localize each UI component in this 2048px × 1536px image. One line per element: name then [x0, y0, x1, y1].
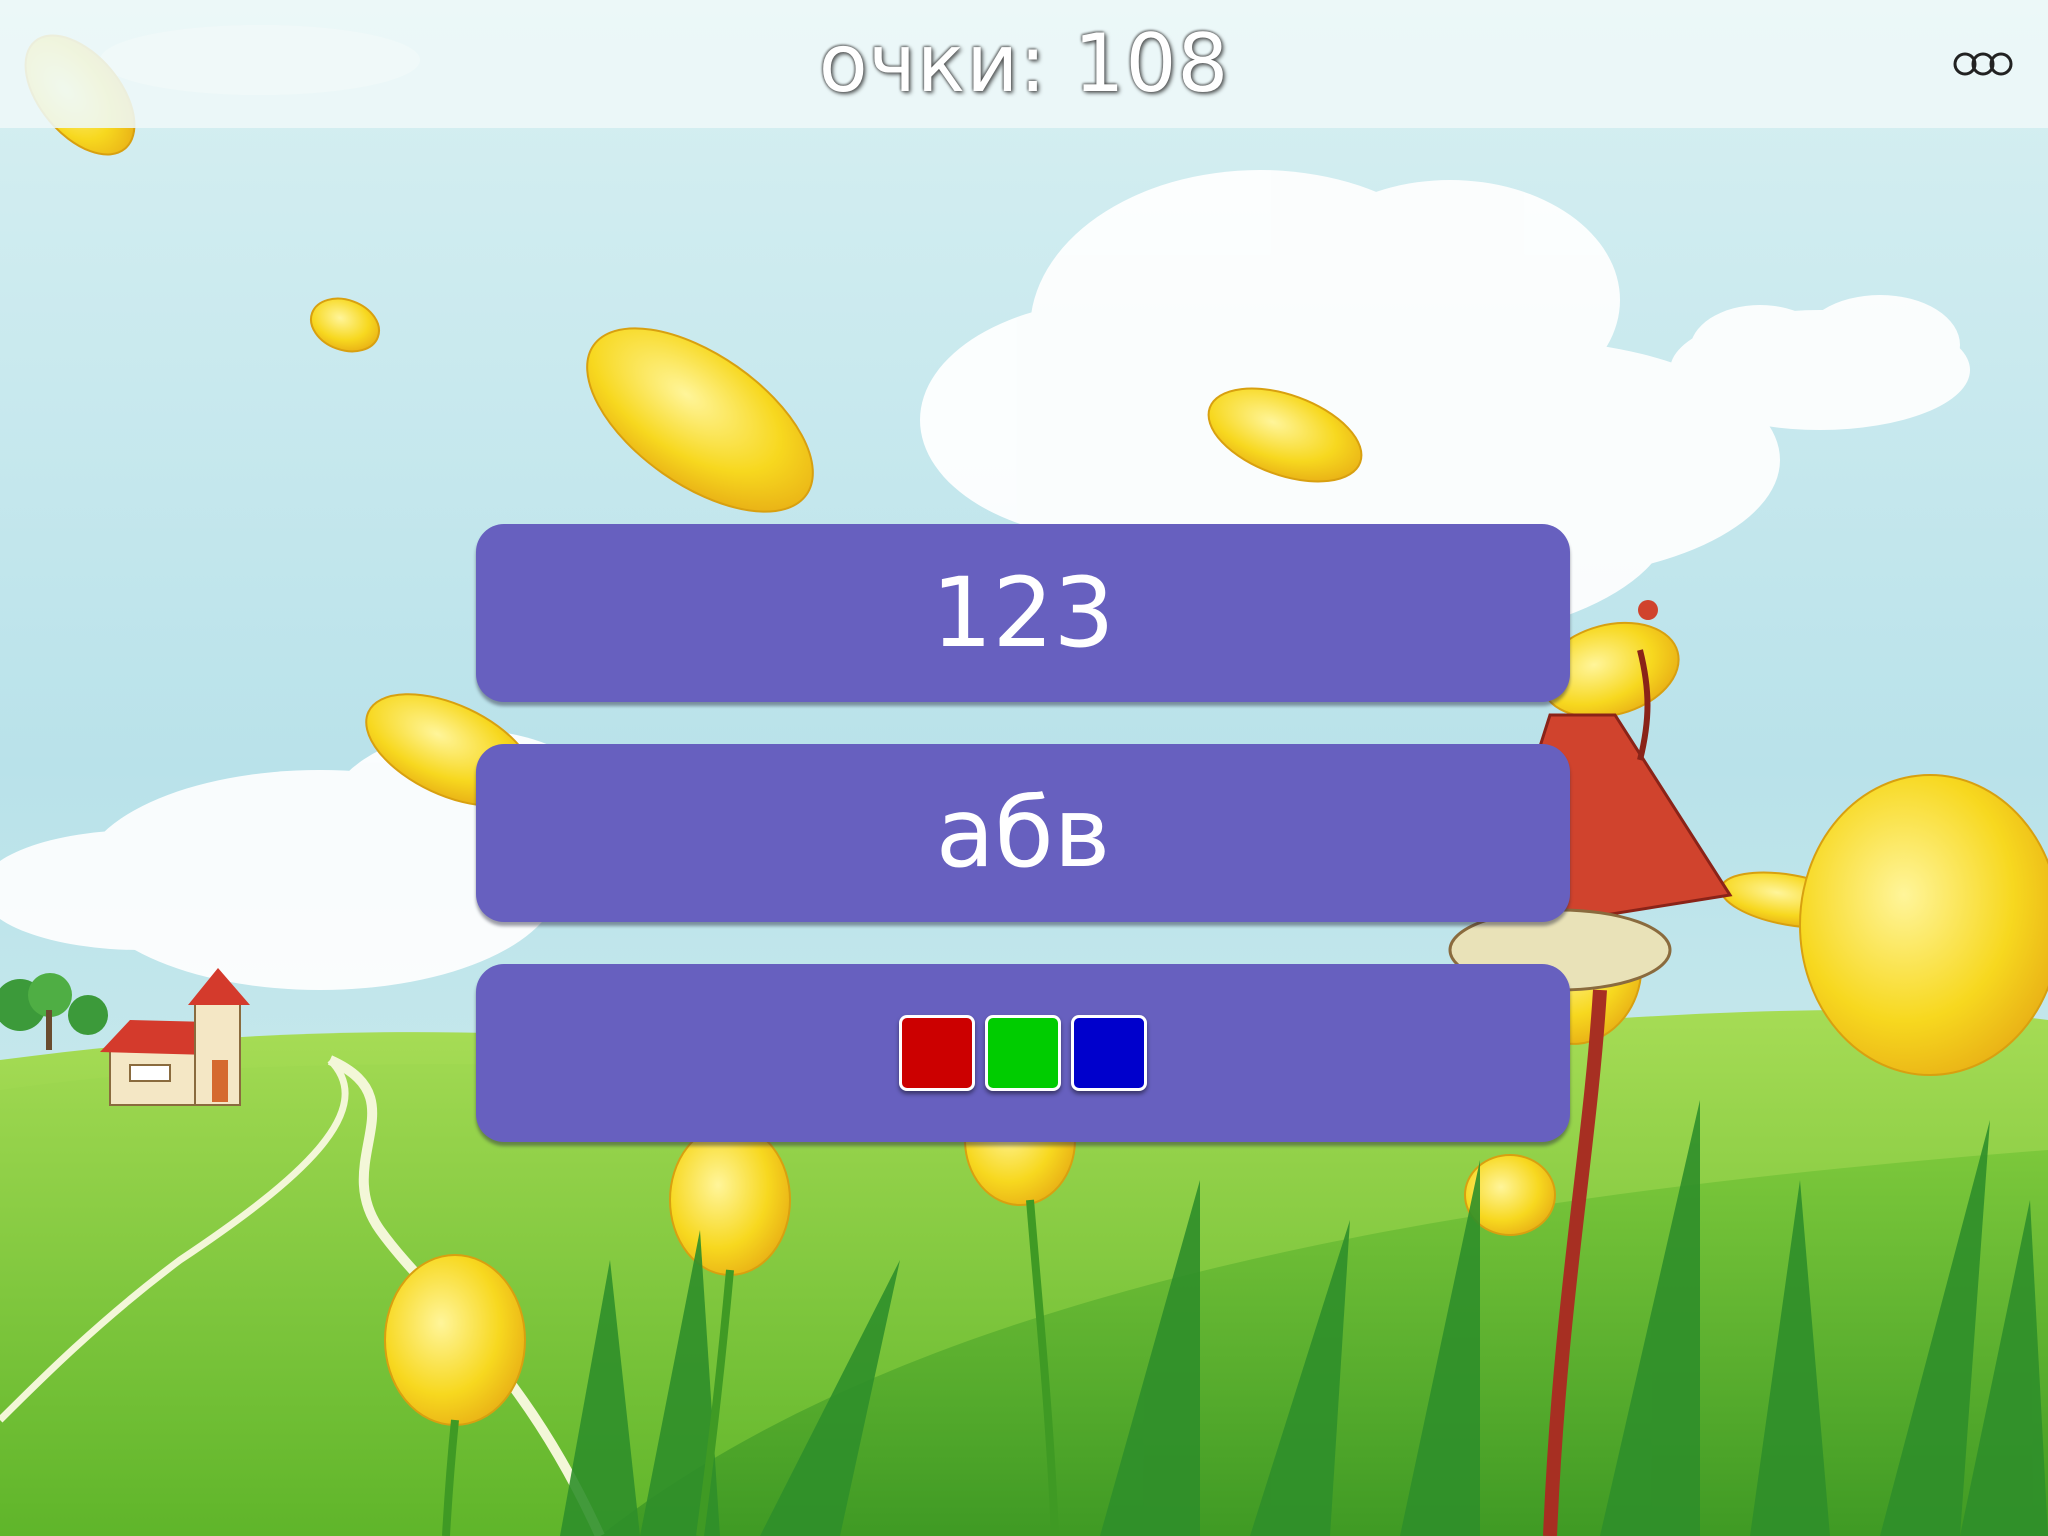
answer-label: 123 — [931, 557, 1115, 669]
answer-label: абв — [935, 777, 1111, 889]
blue-swatch — [1071, 1015, 1147, 1091]
answer-button-colors[interactable] — [476, 964, 1570, 1142]
score-display: очки: 108 — [818, 17, 1230, 110]
green-swatch — [985, 1015, 1061, 1091]
red-swatch — [899, 1015, 975, 1091]
answer-button-numbers[interactable]: 123 — [476, 524, 1570, 702]
menu-button[interactable] — [1952, 46, 2014, 82]
three-rings-menu-icon — [1953, 52, 2013, 76]
color-swatches — [899, 1015, 1147, 1091]
game-screen: очки: 108 123 абв — [0, 0, 2048, 1536]
answer-button-letters[interactable]: абв — [476, 744, 1570, 922]
